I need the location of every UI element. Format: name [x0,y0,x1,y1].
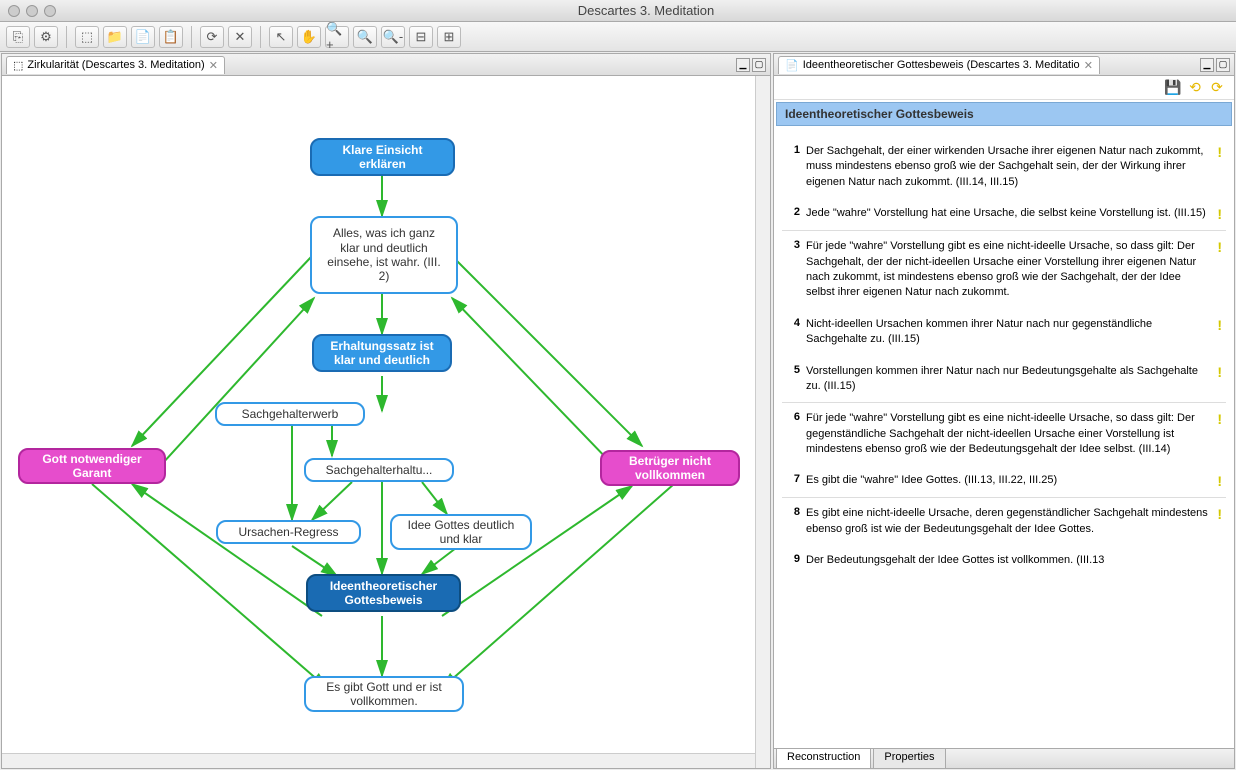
tab-icon: 📄 [785,59,799,72]
zoom-window-icon[interactable] [44,5,56,17]
app-window: Descartes 3. Meditation ⎘ ⚙ ⬚ 📁 📄 📋 ⟳ ✕ … [0,0,1236,770]
tab-properties[interactable]: Properties [873,748,945,768]
warning-icon: ! [1217,144,1222,160]
left-tab-label: Zirkularität (Descartes 3. Meditation) [27,59,204,71]
proposition-item[interactable]: 8Es gibt eine nicht-ideelle Ursache, der… [782,498,1226,545]
toolbar-button-3[interactable]: 📁 [103,26,127,48]
minimize-pane-icon[interactable]: ▁ [736,58,750,72]
nav-forward-icon[interactable]: ⟳ [1208,79,1226,97]
proposition-item[interactable]: 5Vorstellungen kommen ihrer Natur nach n… [782,356,1226,404]
node-erhaltungssatz[interactable]: Erhaltungssatz ist klar und deutlich [312,334,452,372]
close-tab-icon[interactable]: ✕ [209,59,218,72]
toolbar-button-layout[interactable]: ⊞ [437,26,461,48]
node-sachgehalterhaltung[interactable]: Sachgehalterhaltu... [304,458,454,482]
close-tab-icon[interactable]: ✕ [1084,59,1093,72]
titlebar: Descartes 3. Meditation [0,0,1236,22]
left-tab-row: ⬚ Zirkularität (Descartes 3. Meditation)… [2,54,770,76]
proposition-item[interactable]: 2Jede "wahre" Vorstellung hat eine Ursac… [782,198,1226,231]
node-gott-garant[interactable]: Gott notwendiger Garant [18,448,166,484]
minimize-window-icon[interactable] [26,5,38,17]
nav-back-icon[interactable]: ⟲ [1186,79,1204,97]
node-ideentheoretischer-gottesbeweis[interactable]: Ideentheoretischer Gottesbeweis [306,574,461,612]
warning-icon: ! [1217,364,1222,380]
left-tab[interactable]: ⬚ Zirkularität (Descartes 3. Meditation)… [6,56,225,74]
window-title: Descartes 3. Meditation [56,3,1236,18]
toolbar-button-2[interactable]: ⬚ [75,26,99,48]
right-tab-label: Ideentheoretischer Gottesbeweis (Descart… [803,59,1080,71]
minimize-pane-icon[interactable]: ▁ [1200,58,1214,72]
toolbar-button-pan[interactable]: ✋ [297,26,321,48]
toolbar-button-zoomout[interactable]: 🔍- [381,26,405,48]
proposition-item[interactable]: 1Der Sachgehalt, der einer wirkenden Urs… [782,136,1226,198]
toolbar-button-delete[interactable]: ✕ [228,26,252,48]
proposition-item[interactable]: 3Für jede "wahre" Vorstellung gibt es ei… [782,231,1226,309]
save-icon[interactable]: 💾 [1164,79,1182,97]
toolbar-button-zoomfit[interactable]: ⊟ [409,26,433,48]
proposition-list[interactable]: 1Der Sachgehalt, der einer wirkenden Urs… [774,128,1234,748]
pane-controls: ▁ ▢ [736,58,766,72]
diagram-pane: ⬚ Zirkularität (Descartes 3. Meditation)… [1,53,771,769]
node-es-gibt-gott[interactable]: Es gibt Gott und er ist vollkommen. [304,676,464,712]
maximize-pane-icon[interactable]: ▢ [1216,58,1230,72]
section-header: Ideentheoretischer Gottesbeweis [776,102,1232,126]
main-toolbar: ⎘ ⚙ ⬚ 📁 📄 📋 ⟳ ✕ ↖ ✋ 🔍+ 🔍 🔍- ⊟ ⊞ [0,22,1236,52]
warning-icon: ! [1217,473,1222,489]
proposition-item[interactable]: 6Für jede "wahre" Vorstellung gibt es ei… [782,403,1226,465]
right-tab-row: 📄 Ideentheoretischer Gottesbeweis (Desca… [774,54,1234,76]
vertical-scrollbar[interactable] [755,76,770,768]
toolbar-button-1[interactable]: ⚙ [34,26,58,48]
edges-layer [2,76,762,768]
proposition-item[interactable]: 9Der Bedeutungsgehalt der Idee Gottes is… [782,545,1226,576]
toolbar-separator [260,26,261,48]
toolbar-separator [66,26,67,48]
toolbar-button-0[interactable]: ⎘ [6,26,30,48]
warning-icon: ! [1217,239,1222,255]
node-klare-einsicht[interactable]: Klare Einsicht erklären [310,138,455,176]
node-idee-gottes[interactable]: Idee Gottes deutlich und klar [390,514,532,550]
toolbar-button-5[interactable]: 📋 [159,26,183,48]
node-sachgehalterwerb[interactable]: Sachgehalterwerb [215,402,365,426]
toolbar-button-zoomin[interactable]: 🔍+ [325,26,349,48]
node-alles-klar[interactable]: Alles, was ich ganz klar und deutlich ei… [310,216,458,294]
pane-controls: ▁ ▢ [1200,58,1230,72]
node-betrueger[interactable]: Betrüger nicht vollkommen [600,450,740,486]
window-controls [0,5,56,17]
warning-icon: ! [1217,317,1222,333]
proposition-item[interactable]: 4Nicht-ideellen Ursachen kommen ihrer Na… [782,309,1226,356]
toolbar-button-select[interactable]: ↖ [269,26,293,48]
close-window-icon[interactable] [8,5,20,17]
toolbar-separator [191,26,192,48]
diagram-canvas[interactable]: Klare Einsicht erklären Alles, was ich g… [2,76,770,768]
proposition-item[interactable]: 7Es gibt die "wahre" Idee Gottes. (III.1… [782,465,1226,498]
tab-reconstruction[interactable]: Reconstruction [776,748,871,768]
warning-icon: ! [1217,411,1222,427]
properties-pane: 📄 Ideentheoretischer Gottesbeweis (Desca… [773,53,1235,769]
toolbar-button-4[interactable]: 📄 [131,26,155,48]
content-area: ⬚ Zirkularität (Descartes 3. Meditation)… [0,52,1236,770]
maximize-pane-icon[interactable]: ▢ [752,58,766,72]
horizontal-scrollbar[interactable] [2,753,755,768]
toolbar-button-zoom[interactable]: 🔍 [353,26,377,48]
right-tab[interactable]: 📄 Ideentheoretischer Gottesbeweis (Desca… [778,56,1100,74]
tab-icon: ⬚ [13,59,23,72]
toolbar-button-refresh[interactable]: ⟳ [200,26,224,48]
node-ursachen-regress[interactable]: Ursachen-Regress [216,520,361,544]
warning-icon: ! [1217,506,1222,522]
warning-icon: ! [1217,206,1222,222]
bottom-tab-row: Reconstruction Properties [774,748,1234,768]
right-toolbar: 💾 ⟲ ⟳ [774,76,1234,100]
